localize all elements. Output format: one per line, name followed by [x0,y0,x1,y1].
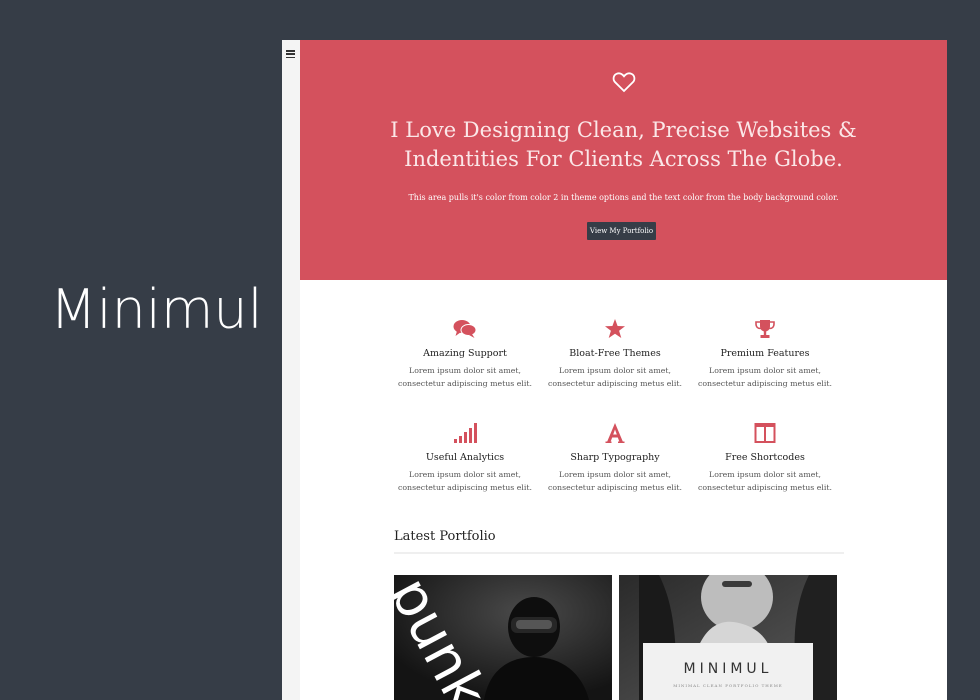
feature-item: Bloat-Free Themes Lorem ipsum dolor sit … [540,318,690,390]
page-preview: I Love Designing Clean, Precise Websites… [300,40,947,700]
feature-item: Free Shortcodes Lorem ipsum dolor sit am… [690,422,840,494]
feature-desc-line1: Lorem ipsum dolor sit amet, [709,470,821,479]
star-icon [605,319,625,338]
feature-item: Useful Analytics Lorem ipsum dolor sit a… [390,422,540,494]
letter-a-icon [605,423,625,443]
section-divider [394,552,844,554]
hero-headline-line2: Indentities For Clients Across The Globe… [404,147,843,171]
feature-title: Sharp Typography [570,452,660,463]
feature-item: Sharp Typography Lorem ipsum dolor sit a… [540,422,690,494]
feature-desc-line2: consectetur adipiscing metus elit. [698,379,832,388]
view-portfolio-button[interactable]: View My Portfolio [587,222,656,240]
feature-desc-line2: consectetur adipiscing metus elit. [548,483,682,492]
sidebar-strip [282,40,301,700]
hero-headline: I Love Designing Clean, Precise Websites… [300,116,947,174]
feature-title: Useful Analytics [425,452,505,463]
portfolio-item-minimul[interactable]: MINIMUL MINIMAL CLEAN PORTFOLIO THEME [619,575,837,700]
feature-description: Lorem ipsum dolor sit amet, consectetur … [390,364,540,390]
card-subtitle: MINIMAL CLEAN PORTFOLIO THEME [673,683,783,688]
feature-description: Lorem ipsum dolor sit amet, consectetur … [540,468,690,494]
hero-section: I Love Designing Clean, Precise Websites… [300,40,947,280]
columns-icon [754,423,776,443]
feature-desc-line1: Lorem ipsum dolor sit amet, [709,366,821,375]
feature-description: Lorem ipsum dolor sit amet, consectetur … [690,468,840,494]
feature-title: Premium Features [720,348,810,359]
feature-desc-line1: Lorem ipsum dolor sit amet, [409,470,521,479]
hero-headline-line1: I Love Designing Clean, Precise Websites… [390,118,857,142]
signal-bars-icon [454,423,477,443]
brand-title: Minimul [50,278,263,341]
feature-title: Free Shortcodes [725,452,805,463]
feature-title: Amazing Support [423,348,507,359]
minimul-theme-card: MINIMUL MINIMAL CLEAN PORTFOLIO THEME [643,643,813,700]
feature-title: Bloat-Free Themes [569,348,661,359]
feature-desc-line1: Lorem ipsum dolor sit amet, [409,366,521,375]
card-title: MINIMUL [683,661,773,677]
hamburger-menu-icon[interactable] [286,50,295,59]
portfolio-item-punk[interactable]: punk [394,575,612,700]
feature-desc-line2: consectetur adipiscing metus elit. [698,483,832,492]
feature-desc-line2: consectetur adipiscing metus elit. [398,483,532,492]
chat-bubbles-icon [453,320,477,338]
feature-item: Amazing Support Lorem ipsum dolor sit am… [390,318,540,390]
feature-description: Lorem ipsum dolor sit amet, consectetur … [390,468,540,494]
feature-description: Lorem ipsum dolor sit amet, consectetur … [690,364,840,390]
feature-description: Lorem ipsum dolor sit amet, consectetur … [540,364,690,390]
hero-subtitle: This area pulls it's color from color 2 … [408,193,839,202]
feature-desc-line1: Lorem ipsum dolor sit amet, [559,366,671,375]
latest-portfolio-heading: Latest Portfolio [394,529,496,544]
feature-desc-line1: Lorem ipsum dolor sit amet, [559,470,671,479]
feature-desc-line2: consectetur adipiscing metus elit. [398,379,532,388]
feature-desc-line2: consectetur adipiscing metus elit. [548,379,682,388]
heart-icon [612,72,636,93]
trophy-icon [755,320,775,338]
feature-item: Premium Features Lorem ipsum dolor sit a… [690,318,840,390]
